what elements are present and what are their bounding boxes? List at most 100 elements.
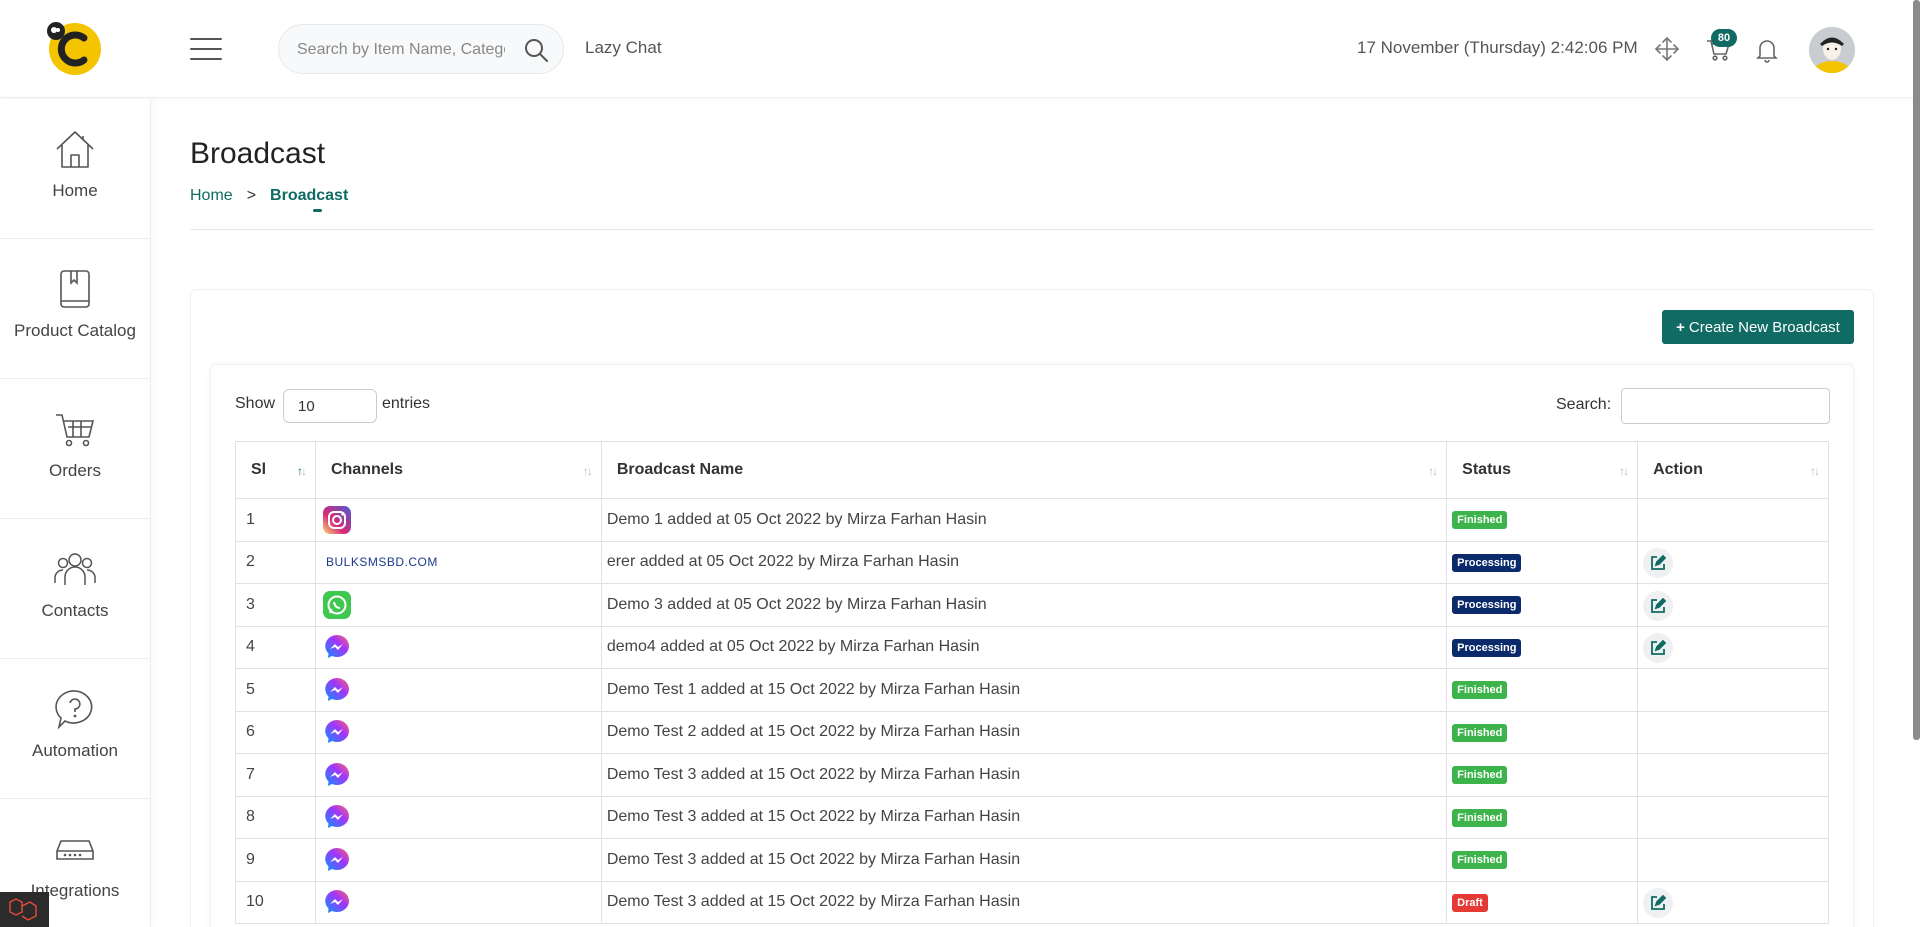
whatsapp-icon bbox=[322, 590, 351, 619]
lazychat-logo[interactable] bbox=[44, 18, 106, 80]
cell-channel: BULKSMSBD.COM bbox=[314, 540, 602, 584]
cell-sl: 9 bbox=[235, 838, 316, 882]
cell-sl: 4 bbox=[235, 625, 316, 669]
cell-channel bbox=[314, 498, 602, 542]
cell-status: Finished bbox=[1446, 498, 1639, 542]
messenger-icon bbox=[325, 720, 349, 744]
cell-status: Draft bbox=[1446, 880, 1639, 924]
breadcrumb-current: Broadcast bbox=[270, 187, 349, 204]
bulksms-logo: BULKSMSBD.COM bbox=[325, 555, 438, 570]
cell-action bbox=[1637, 753, 1829, 797]
sidebar-item-label: Home bbox=[52, 181, 98, 200]
sort-icon: ↑↓ bbox=[582, 464, 593, 478]
sidebar-item-orders[interactable]: Orders bbox=[0, 379, 150, 519]
create-new-broadcast-button[interactable]: + Create New Broadcast bbox=[1662, 310, 1854, 344]
cell-action bbox=[1637, 668, 1829, 712]
sidebar-item-automation[interactable]: Automation bbox=[0, 659, 150, 799]
cell-channel bbox=[314, 625, 602, 669]
sidebar-item-home[interactable]: Home bbox=[0, 99, 150, 239]
cell-broadcast-name: Demo Test 3 added at 15 Oct 2022 by Mirz… bbox=[600, 880, 1448, 924]
datetime-display: 17 November (Thursday) 2:42:06 PM bbox=[1357, 38, 1638, 57]
cell-sl: 10 bbox=[235, 880, 316, 924]
messenger-icon bbox=[325, 635, 349, 659]
table-row: 1 Demo 1 added at 05 Oct 2022 by Mirza Fa… bbox=[235, 498, 1829, 542]
cell-broadcast-name: Demo Test 3 added at 15 Oct 2022 by Mirz… bbox=[600, 838, 1448, 882]
column-header-sl[interactable]: Sl ↑↓ bbox=[235, 441, 316, 499]
edit-icon bbox=[1651, 639, 1667, 656]
table-search-input[interactable] bbox=[1621, 388, 1830, 424]
lazy-chat-link[interactable]: Lazy Chat bbox=[585, 38, 662, 58]
table-search-label: Search: bbox=[1556, 396, 1612, 413]
global-search-input[interactable] bbox=[297, 37, 505, 63]
column-header-broadcast-name[interactable]: Broadcast Name ↑↓ bbox=[600, 441, 1448, 499]
cell-action bbox=[1637, 498, 1829, 542]
cell-action bbox=[1637, 625, 1829, 669]
sidebar-item-label: Product Catalog bbox=[14, 321, 136, 340]
cell-status: Finished bbox=[1446, 795, 1639, 839]
debugbar-toggle[interactable] bbox=[0, 892, 49, 927]
home-icon bbox=[56, 131, 94, 168]
column-header-status[interactable]: Status ↑↓ bbox=[1446, 441, 1639, 499]
edit-icon bbox=[1651, 554, 1667, 571]
table-row: 4 demo4 added at 05 Oct 2022 by Mirza Far… bbox=[235, 625, 1829, 669]
status-badge: Finished bbox=[1452, 681, 1508, 700]
edit-icon bbox=[1651, 597, 1667, 613]
cell-status: Processing bbox=[1446, 583, 1639, 627]
column-header-action[interactable]: Action ↑↓ bbox=[1637, 441, 1829, 499]
status-badge: Finished bbox=[1452, 511, 1508, 530]
table-row: 5 Demo Test 1 added at 15 Oct 2022 by Mir… bbox=[235, 668, 1829, 712]
entries-per-page-select[interactable]: 10 bbox=[283, 389, 377, 423]
question-bubble-icon bbox=[55, 690, 93, 730]
cell-broadcast-name: erer added at 05 Oct 2022 by Mirza Farha… bbox=[600, 540, 1448, 584]
column-header-channels[interactable]: Channels ↑↓ bbox=[314, 441, 602, 499]
status-badge: Processing bbox=[1452, 553, 1522, 572]
cell-action bbox=[1637, 583, 1829, 627]
cell-status: Finished bbox=[1446, 838, 1639, 882]
cell-broadcast-name: Demo Test 3 added at 15 Oct 2022 by Mirz… bbox=[600, 753, 1448, 797]
menu-toggle-icon[interactable] bbox=[190, 38, 222, 60]
cell-sl: 2 bbox=[235, 540, 316, 584]
sort-icon: ↑↓ bbox=[1428, 464, 1438, 478]
edit-broadcast-button[interactable] bbox=[1643, 548, 1674, 579]
instagram-icon bbox=[322, 505, 351, 534]
page-scrollbar[interactable] bbox=[1913, 0, 1920, 740]
cell-sl: 1 bbox=[235, 498, 316, 542]
edit-broadcast-button[interactable] bbox=[1643, 633, 1674, 664]
plus-icon: + bbox=[1676, 318, 1685, 336]
sidebar-item-label: Orders bbox=[49, 461, 101, 480]
sidebar: Home Product Catalog Orders Contacts Aut… bbox=[0, 99, 151, 927]
cell-broadcast-name: demo4 added at 05 Oct 2022 by Mirza Farh… bbox=[600, 625, 1448, 669]
sort-icon: ↑↓ bbox=[1810, 464, 1820, 478]
users-icon bbox=[54, 553, 96, 585]
cell-status: Finished bbox=[1446, 753, 1639, 797]
cart-count-badge: 80 bbox=[1711, 29, 1737, 47]
cell-status: Finished bbox=[1446, 710, 1639, 754]
sidebar-item-label: Automation bbox=[32, 741, 118, 760]
breadcrumb-home-link[interactable]: Home bbox=[190, 187, 233, 204]
cell-action bbox=[1637, 710, 1829, 754]
search-icon[interactable] bbox=[523, 37, 549, 63]
cell-action bbox=[1637, 795, 1829, 839]
status-badge: Finished bbox=[1452, 723, 1508, 742]
entries-label: entries bbox=[382, 395, 431, 412]
table-row: 9 Demo Test 3 added at 15 Oct 2022 by Mir… bbox=[235, 838, 1829, 882]
user-avatar[interactable] bbox=[1809, 27, 1855, 73]
cell-broadcast-name: Demo Test 3 added at 15 Oct 2022 by Mirz… bbox=[600, 795, 1448, 839]
sidebar-item-contacts[interactable]: Contacts bbox=[0, 519, 150, 659]
create-button-label: Create New Broadcast bbox=[1688, 318, 1840, 336]
sidebar-item-label: Contacts bbox=[41, 601, 109, 620]
cell-action bbox=[1637, 540, 1829, 584]
edit-broadcast-button[interactable] bbox=[1643, 590, 1674, 621]
fullscreen-icon[interactable] bbox=[1654, 36, 1680, 62]
cell-channel bbox=[314, 795, 602, 839]
global-search bbox=[278, 24, 564, 74]
edit-broadcast-button[interactable] bbox=[1643, 888, 1674, 919]
messenger-icon bbox=[325, 677, 349, 701]
cart-icon bbox=[56, 414, 95, 447]
cell-status: Processing bbox=[1446, 625, 1639, 669]
sidebar-item-product-catalog[interactable]: Product Catalog bbox=[0, 239, 150, 379]
cell-broadcast-name: Demo Test 1 added at 15 Oct 2022 by Mirz… bbox=[600, 668, 1448, 712]
status-badge: Draft bbox=[1452, 893, 1488, 912]
notification-bell-icon[interactable] bbox=[1754, 36, 1780, 64]
sort-asc-icon: ↑↓ bbox=[296, 464, 307, 478]
